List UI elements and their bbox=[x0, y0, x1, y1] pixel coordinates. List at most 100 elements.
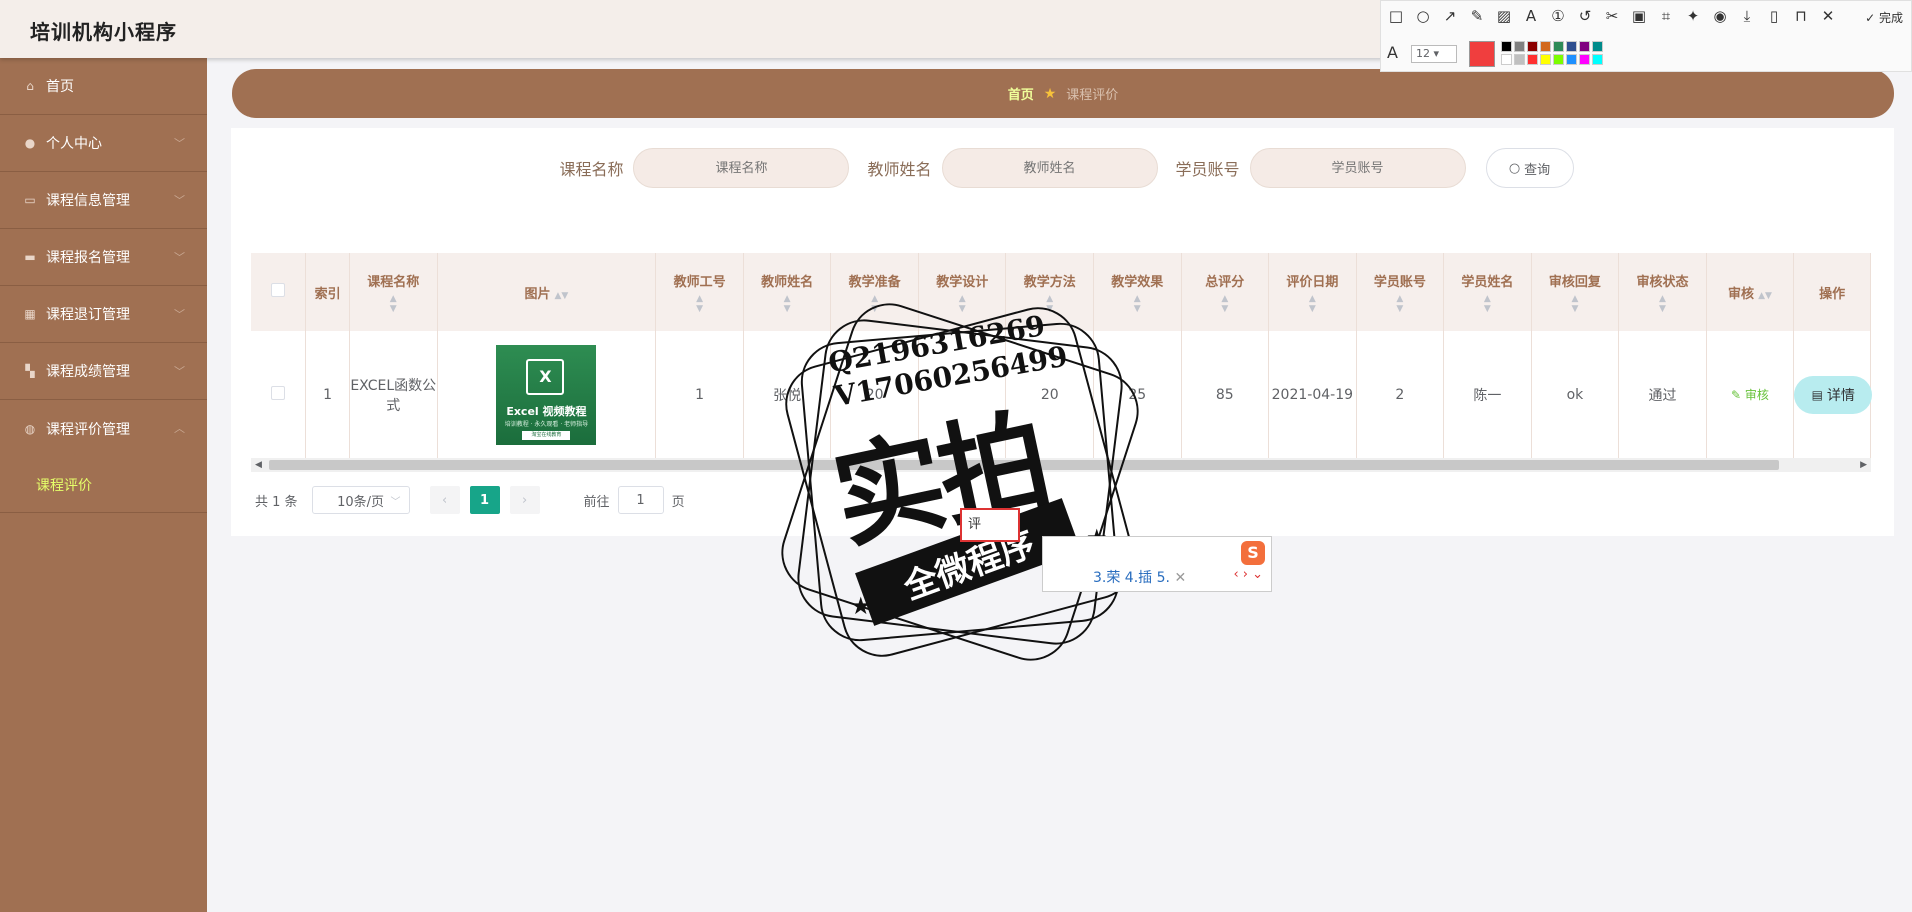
sort-icon[interactable]: ▲▼ bbox=[1094, 294, 1181, 314]
color-swatch[interactable] bbox=[1514, 54, 1525, 65]
goto-page-input[interactable]: 1 bbox=[617, 486, 664, 514]
col-teacher-id[interactable]: 教师工号 ▲ ▼ bbox=[655, 253, 744, 331]
breadcrumb-home[interactable]: 首页 bbox=[1008, 84, 1034, 103]
ime-candidates[interactable]: 3.荣 4.插 5. ✕ bbox=[1093, 567, 1186, 587]
current-color-swatch[interactable] bbox=[1469, 41, 1495, 67]
page-size-select[interactable]: 10条/页 ﹀ bbox=[311, 486, 410, 514]
translate-icon[interactable]: ⌗ bbox=[1657, 7, 1675, 25]
sort-icon[interactable]: ▲▼ bbox=[350, 294, 437, 314]
col-effect[interactable]: 教学效果 ▲ ▼ bbox=[1093, 253, 1182, 331]
col-review[interactable]: 审核 ▲▼ bbox=[1706, 253, 1795, 331]
number-icon[interactable]: ① bbox=[1549, 7, 1567, 25]
col-label: 教学准备 bbox=[848, 274, 901, 290]
col-reply[interactable]: 审核回复 ▲ ▼ bbox=[1531, 253, 1620, 331]
col-student-account[interactable]: 学员账号 ▲ ▼ bbox=[1356, 253, 1445, 331]
ellipse-icon[interactable]: ○ bbox=[1414, 7, 1432, 25]
color-swatch[interactable] bbox=[1540, 54, 1551, 65]
sidebar-item-course-enroll[interactable]: ▬ 课程报名管理 ﹀ bbox=[0, 229, 207, 286]
col-course-name[interactable]: 课程名称 ▲ ▼ bbox=[349, 253, 438, 331]
color-swatch[interactable] bbox=[1501, 41, 1512, 52]
sidebar-item-course-cancel[interactable]: ▦ 课程退订管理 ﹀ bbox=[0, 286, 207, 343]
ime-nav-icon[interactable]: ‹ › ⌄ bbox=[1233, 567, 1263, 582]
col-date[interactable]: 评价日期 ▲ ▼ bbox=[1268, 253, 1357, 331]
color-swatch[interactable] bbox=[1566, 54, 1577, 65]
mosaic-icon[interactable]: ▨ bbox=[1495, 7, 1513, 25]
download-icon[interactable]: ⤓ bbox=[1738, 7, 1756, 25]
teacher-name-input[interactable] bbox=[941, 148, 1158, 188]
scroll-right-icon[interactable]: ▶ bbox=[1860, 458, 1867, 472]
next-page-button[interactable]: › bbox=[509, 486, 540, 514]
bookmark-icon[interactable]: ⊓ bbox=[1792, 7, 1810, 25]
horizontal-scrollbar[interactable]: ◀ ▶ bbox=[251, 458, 1871, 472]
pen-icon[interactable]: ✎ bbox=[1468, 7, 1486, 25]
scroll-left-icon[interactable]: ◀ bbox=[255, 458, 262, 472]
col-status[interactable]: 审核状态 ▲ ▼ bbox=[1618, 253, 1707, 331]
ocr-icon[interactable]: ▣ bbox=[1630, 7, 1648, 25]
cell-action: ▤ 详情 bbox=[1793, 331, 1873, 460]
text-icon[interactable]: A bbox=[1522, 7, 1540, 25]
col-teacher-name[interactable]: 教师姓名 ▲ ▼ bbox=[743, 253, 832, 331]
color-swatch[interactable] bbox=[1540, 41, 1551, 52]
arrow-icon[interactable]: ↗ bbox=[1441, 7, 1459, 25]
sidebar-item-course-evaluation[interactable]: ◍ 课程评价管理 ︿ bbox=[0, 400, 207, 457]
select-all-checkbox[interactable] bbox=[251, 253, 307, 331]
phone-icon[interactable]: ▯ bbox=[1765, 7, 1783, 25]
chevron-down-icon: ﹀ bbox=[174, 365, 185, 378]
sort-icon[interactable]: ▲▼ bbox=[555, 291, 569, 301]
sort-icon[interactable]: ▲▼ bbox=[1357, 294, 1444, 314]
color-swatch[interactable] bbox=[1553, 41, 1564, 52]
cut-icon[interactable]: ✂ bbox=[1603, 7, 1621, 25]
sidebar-item-personal-center[interactable]: ● 个人中心 ﹀ bbox=[0, 115, 207, 172]
record-icon[interactable]: ◉ bbox=[1711, 7, 1729, 25]
sidebar-subitem-course-evaluation[interactable]: 课程评价 bbox=[0, 457, 207, 513]
sort-icon[interactable]: ▲▼ bbox=[1758, 291, 1772, 301]
course-name-input[interactable] bbox=[633, 148, 850, 188]
col-prep[interactable]: 教学准备 ▲ ▼ bbox=[830, 253, 919, 331]
row-checkbox[interactable] bbox=[251, 331, 307, 460]
close-icon[interactable]: ✕ bbox=[1819, 7, 1837, 25]
color-swatch[interactable] bbox=[1527, 41, 1538, 52]
home-icon: ⌂ bbox=[26, 79, 34, 93]
detail-button[interactable]: ▤ 详情 bbox=[1794, 375, 1873, 414]
undo-icon[interactable]: ↺ bbox=[1576, 7, 1594, 25]
color-swatch[interactable] bbox=[1527, 54, 1538, 65]
col-total[interactable]: 总评分 ▲ ▼ bbox=[1181, 253, 1270, 331]
sort-icon[interactable]: ▲▼ bbox=[1006, 294, 1093, 314]
col-method[interactable]: 教学方法 ▲ ▼ bbox=[1005, 253, 1094, 331]
color-swatch[interactable] bbox=[1579, 54, 1590, 65]
snip-done-button[interactable]: ✓ 完成 bbox=[1865, 9, 1903, 26]
student-account-input[interactable] bbox=[1249, 148, 1466, 188]
sidebar-item-course-grades[interactable]: ▚ 课程成绩管理 ﹀ bbox=[0, 343, 207, 400]
sort-icon[interactable]: ▲▼ bbox=[831, 294, 918, 314]
close-icon[interactable]: ✕ bbox=[1174, 570, 1186, 586]
sort-icon[interactable]: ▲▼ bbox=[744, 294, 831, 314]
prev-page-button[interactable]: ‹ bbox=[429, 486, 460, 514]
search-button[interactable]: ○ 查询 bbox=[1485, 148, 1574, 188]
col-student-name[interactable]: 学员姓名 ▲ ▼ bbox=[1443, 253, 1532, 331]
color-swatch[interactable] bbox=[1566, 41, 1577, 52]
review-link[interactable]: ✎ 审核 bbox=[1731, 388, 1769, 402]
color-swatch[interactable] bbox=[1579, 41, 1590, 52]
sort-icon[interactable]: ▲▼ bbox=[1619, 294, 1706, 314]
sort-icon[interactable]: ▲▼ bbox=[656, 294, 743, 314]
color-swatch[interactable] bbox=[1553, 54, 1564, 65]
col-design[interactable]: 教学设计 ▲ ▼ bbox=[918, 253, 1007, 331]
font-size-select[interactable]: 12 ▾ bbox=[1411, 45, 1457, 63]
sort-icon[interactable]: ▲▼ bbox=[1269, 294, 1356, 314]
rectangle-icon[interactable]: □ bbox=[1387, 7, 1405, 25]
sidebar-item-course-info[interactable]: ▭ 课程信息管理 ﹀ bbox=[0, 172, 207, 229]
col-image[interactable]: 图片 ▲▼ bbox=[437, 253, 657, 331]
sort-icon[interactable]: ▲▼ bbox=[1444, 294, 1531, 314]
sidebar-item-label: 个人中心 bbox=[46, 136, 102, 152]
color-swatch[interactable] bbox=[1514, 41, 1525, 52]
color-swatch[interactable] bbox=[1592, 41, 1603, 52]
pin-icon[interactable]: ✦ bbox=[1684, 7, 1702, 25]
sort-icon[interactable]: ▲▼ bbox=[919, 294, 1006, 314]
sort-icon[interactable]: ▲▼ bbox=[1532, 294, 1619, 314]
sidebar-item-home[interactable]: ⌂ 首页 bbox=[0, 58, 207, 115]
page-number-current[interactable]: 1 bbox=[469, 486, 500, 514]
sort-icon[interactable]: ▲▼ bbox=[1182, 294, 1269, 314]
scrollbar-thumb[interactable] bbox=[269, 460, 1779, 470]
color-swatch[interactable] bbox=[1501, 54, 1512, 65]
color-swatch[interactable] bbox=[1592, 54, 1603, 65]
